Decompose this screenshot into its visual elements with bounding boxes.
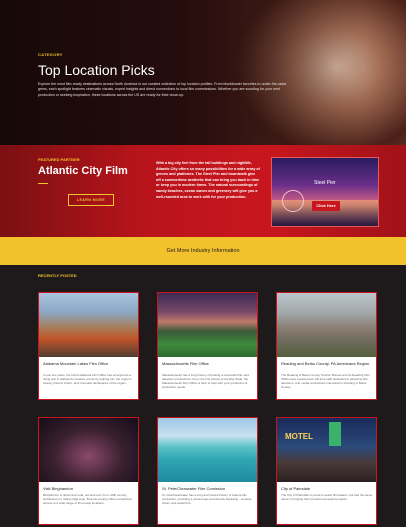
partner-divider — [38, 183, 48, 184]
steel-pier-sign: Steel Pier — [314, 180, 336, 186]
recently-posted-label: RECENTLY POSTED — [38, 273, 77, 278]
partner-eyebrow: FEATURED PARTNER — [38, 157, 80, 162]
card-image — [39, 293, 138, 357]
card-title[interactable]: Massachusetts Film Office — [162, 361, 255, 366]
partner-name: Atlantic City Film — [38, 165, 128, 177]
click-here-button[interactable]: Click Here — [312, 201, 340, 211]
location-card[interactable]: Alabama Mountain Lakes Film Office In ju… — [38, 292, 139, 400]
card-description: The City of Palmdale is proud to assist … — [281, 493, 373, 502]
card-title[interactable]: City of Palmdale — [281, 486, 374, 491]
hero-eyebrow: CATEGORY — [38, 52, 63, 57]
motel-sign: MOTEL — [285, 432, 313, 441]
ferris-wheel — [282, 190, 304, 212]
learn-more-button[interactable]: LEARN MORE — [68, 194, 114, 206]
card-image: MOTEL — [277, 418, 376, 482]
partner-image[interactable]: Steel Pier Click Here — [271, 157, 379, 227]
card-image — [277, 293, 376, 357]
industry-info-bar[interactable]: Get More Industry Information — [0, 237, 406, 265]
card-image — [158, 293, 257, 357]
page-title: Top Location Picks — [38, 62, 155, 78]
card-title[interactable]: Visit Binghamton — [43, 486, 136, 491]
neon-sign — [329, 422, 341, 446]
hero-banner: CATEGORY Top Location Picks Explore the … — [0, 0, 406, 145]
card-image — [158, 418, 257, 482]
location-card[interactable]: St. Pete/Clearwater Film Comission St. P… — [157, 417, 258, 525]
location-card[interactable]: Visit Binghamton Binghamton is urban and… — [38, 417, 139, 525]
location-card[interactable]: MOTEL City of Palmdale The City of Palmd… — [276, 417, 377, 525]
card-title[interactable]: Reading and Berks County, PA Americana R… — [281, 361, 374, 366]
card-description: In just two years, the North Alabama Fil… — [43, 373, 132, 386]
featured-partner-section: FEATURED PARTNER Atlantic City Film LEAR… — [0, 145, 406, 237]
location-card[interactable]: Massachusetts Film Office Massachusetts … — [157, 292, 258, 400]
card-description: Massachusetts has a long history of host… — [162, 373, 249, 390]
card-title[interactable]: St. Pete/Clearwater Film Comission — [162, 486, 255, 491]
card-image — [39, 418, 138, 482]
card-description: Binghamton is urban and rural, old and n… — [43, 493, 132, 506]
card-description: St. Pete/Clearwater has a long and stori… — [162, 493, 253, 506]
industry-info-label: Get More Industry Information — [166, 248, 240, 254]
location-card[interactable]: Reading and Berks County, PA Americana R… — [276, 292, 377, 400]
partner-description: With a big city feel from the tall build… — [156, 161, 260, 199]
card-title[interactable]: Alabama Mountain Lakes Film Office — [43, 361, 136, 366]
hero-description: Explore the most film-ready destinations… — [38, 82, 287, 97]
card-description: The Reading & Berks County Tourism Burea… — [281, 373, 370, 390]
